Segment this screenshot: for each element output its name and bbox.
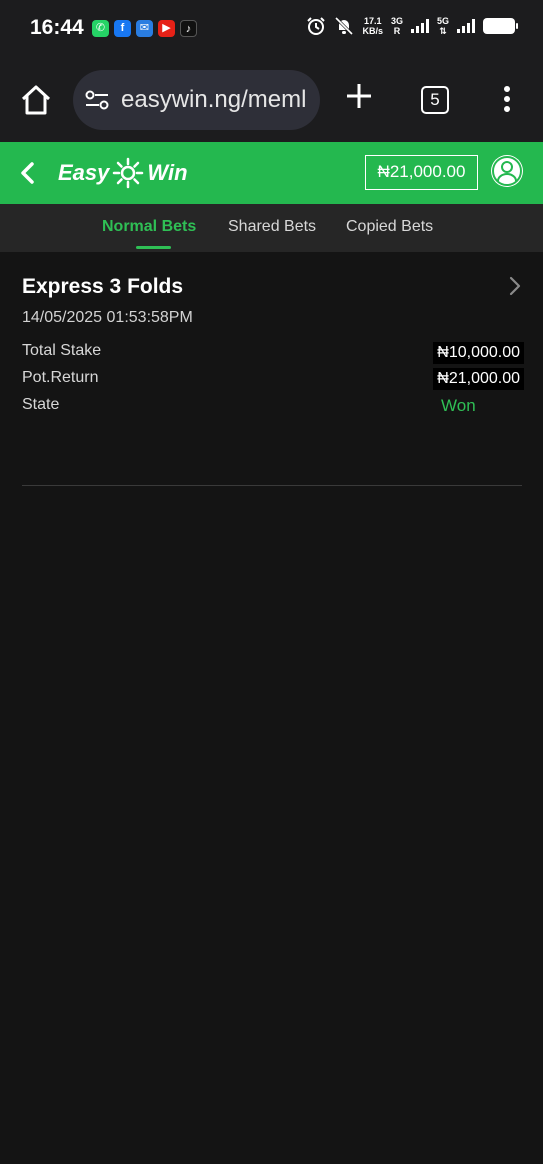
sun-logo-icon [113,157,144,189]
card-divider [22,485,522,486]
bell-muted-icon [335,16,354,36]
tab-copied-bets[interactable]: Copied Bets [346,218,433,236]
facebook-icon: f [114,20,131,37]
network-speed-value: 17.1 [363,16,382,26]
tab-switcher-button[interactable]: 5 [421,86,449,114]
active-tab-indicator [136,246,171,249]
pot-return-value: ₦21,000.00 [433,368,524,390]
logo-text-right: Win [147,160,188,185]
status-indicators: 17.1 KB/s 3G R 5G ⇅ [306,16,518,36]
more-menu-icon[interactable] [503,86,511,114]
sim2-type: 5G ⇅ [437,16,449,36]
sim1-type: 3G R [391,16,403,36]
alarm-icon [307,17,326,35]
back-arrow-icon[interactable] [18,160,38,186]
total-stake-value: ₦10,000.00 [433,342,524,364]
status-bar: 16:44 ✆ f ✉ ▶ ♪ 17.1 KB/s 3G R 5G ⇅ [0,0,543,58]
site-settings-icon[interactable] [85,90,109,110]
sim1-roaming: R [393,26,401,36]
profile-avatar[interactable] [491,155,523,187]
tab-normal-bets[interactable]: Normal Bets [102,218,196,236]
signal-icon [410,19,429,33]
pot-return-label: Pot.Return [22,369,99,386]
tab-shared-bets[interactable]: Shared Bets [228,218,316,236]
logo-text-left: Easy [58,160,110,185]
tiktok-icon: ♪ [180,20,197,37]
bet-title[interactable]: Express 3 Folds [22,275,183,299]
signal-icon [457,19,475,33]
message-app-icon: ✉ [136,20,153,37]
browser-toolbar: easywin.ng/meml 5 [0,58,543,142]
notification-icons: ✆ f ✉ ▶ ♪ [92,20,197,37]
app-header: Easy Win ₦21,000.00 [0,142,543,204]
balance-display[interactable]: ₦21,000.00 [365,155,478,190]
bet-tabs: Normal Bets Shared Bets Copied Bets [0,204,543,252]
url-text[interactable]: easywin.ng/meml [121,86,306,114]
user-icon [492,156,522,186]
network-speed: 17.1 KB/s [362,16,383,36]
youtube-icon: ▶ [158,20,175,37]
network-speed-unit: KB/s [362,26,383,36]
sim1-label: 3G [390,16,403,26]
address-bar[interactable]: easywin.ng/meml [73,70,320,130]
new-tab-icon[interactable] [345,82,373,110]
status-time: 16:44 [30,16,84,39]
whatsapp-icon: ✆ [92,20,109,37]
chevron-right-icon[interactable] [508,276,522,296]
bet-datetime: 14/05/2025 01:53:58PM [22,309,193,326]
data-arrows-icon: ⇅ [439,26,447,36]
state-label: State [22,396,60,413]
easywin-logo[interactable]: Easy Win [58,156,188,190]
battery-icon [483,18,518,34]
home-icon[interactable] [18,82,54,118]
sim2-label: 5G [436,16,449,26]
total-stake-label: Total Stake [22,342,102,359]
state-badge: Won [441,396,476,415]
